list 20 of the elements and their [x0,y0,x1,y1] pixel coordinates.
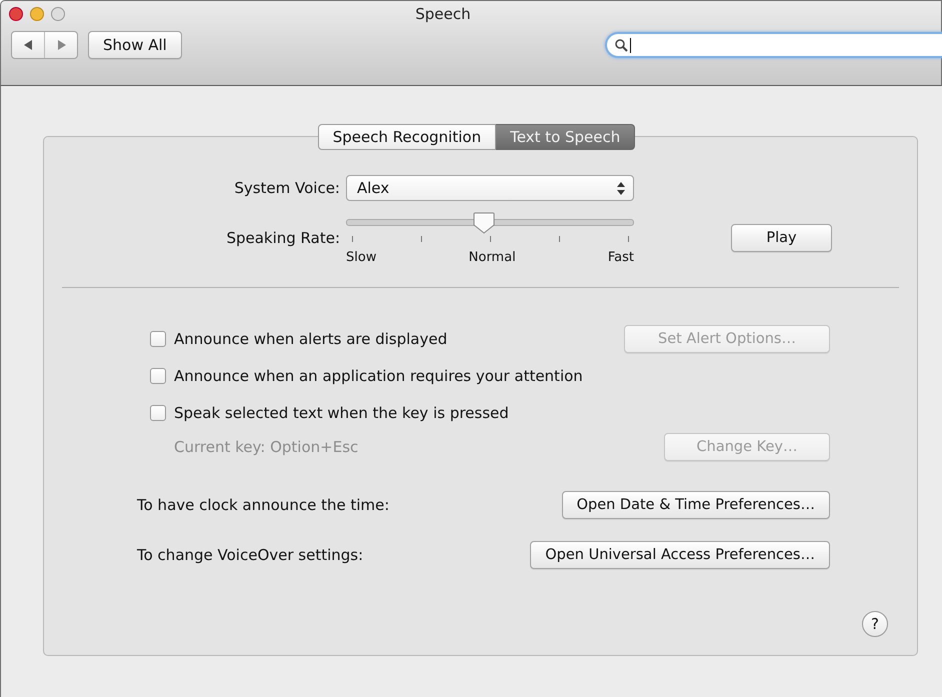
open-preferences-button[interactable]: Open Date & Time Preferences… [562,491,830,519]
window-title: Speech [414,5,472,23]
play-button[interactable]: Play [731,224,832,252]
tick-label: Normal [468,250,516,265]
checkbox-label[interactable]: Announce when alerts are displayed [174,330,448,348]
help-button[interactable]: ? [862,611,888,637]
shortcut-label: To have clock announce the time: [137,496,390,514]
open-preferences-button[interactable]: Open Universal Access Preferences… [530,541,830,569]
checkbox-label[interactable]: Announce when an application requires your attention [174,366,583,384]
system-voice-dropdown[interactable]: Alex [346,175,634,201]
tab[interactable]: Speech Recognition [318,124,496,150]
show-all-button[interactable]: Show All [88,31,182,59]
system-voice-label: System Voice: [233,179,341,197]
current-key-label: Current key: Option+Esc [174,438,358,456]
shortcut-label: To change VoiceOver settings: [137,546,364,564]
tick-label: Fast [608,250,634,265]
checkbox-label[interactable]: Speak selected text when the key is pressed [174,404,509,422]
tick-label: Slow [346,250,376,265]
speaking-rate-label: Speaking Rate: [225,229,341,247]
tab[interactable]: Text to Speech [496,124,636,150]
